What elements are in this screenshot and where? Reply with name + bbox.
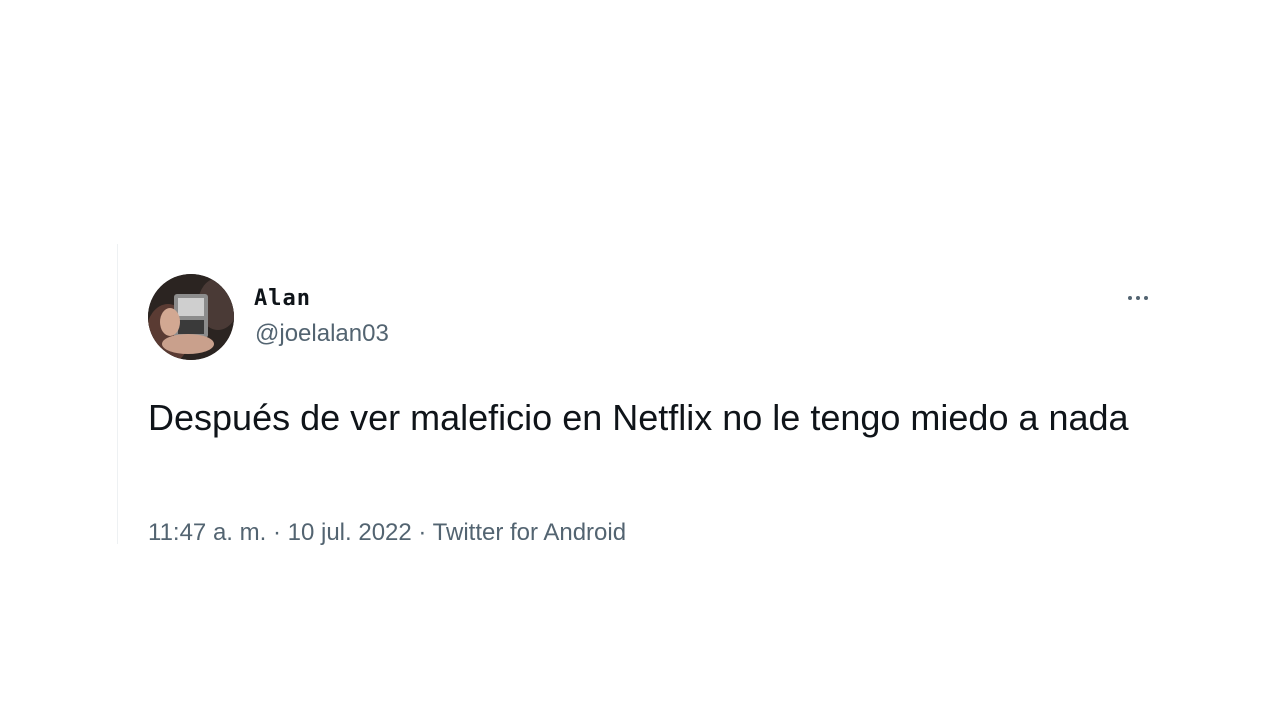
tweet-time[interactable]: 11:47 a. m. [148, 519, 266, 546]
more-options-button[interactable] [1118, 284, 1158, 312]
more-options-icon [1136, 296, 1140, 300]
tweet-metadata: 11:47 a. m. · 10 jul. 2022 · Twitter for… [148, 519, 626, 547]
tweet-text: Después de ver maleficio en Netflix no l… [148, 397, 1129, 438]
more-options-icon [1128, 296, 1132, 300]
author-handle[interactable]: @joelalan03 [255, 320, 389, 348]
avatar-photo-icon [148, 274, 234, 360]
user-avatar[interactable] [148, 274, 234, 360]
tweet-source: Twitter for Android [432, 519, 627, 546]
meta-separator: · [418, 519, 427, 546]
meta-separator: · [272, 519, 281, 546]
more-options-icon [1144, 296, 1148, 300]
tweet-card: Alan @joelalan03 Después de ver malefici… [117, 244, 1167, 547]
tweet-date[interactable]: 10 jul. 2022 [288, 519, 412, 546]
author-display-name[interactable]: Alan [254, 286, 311, 311]
